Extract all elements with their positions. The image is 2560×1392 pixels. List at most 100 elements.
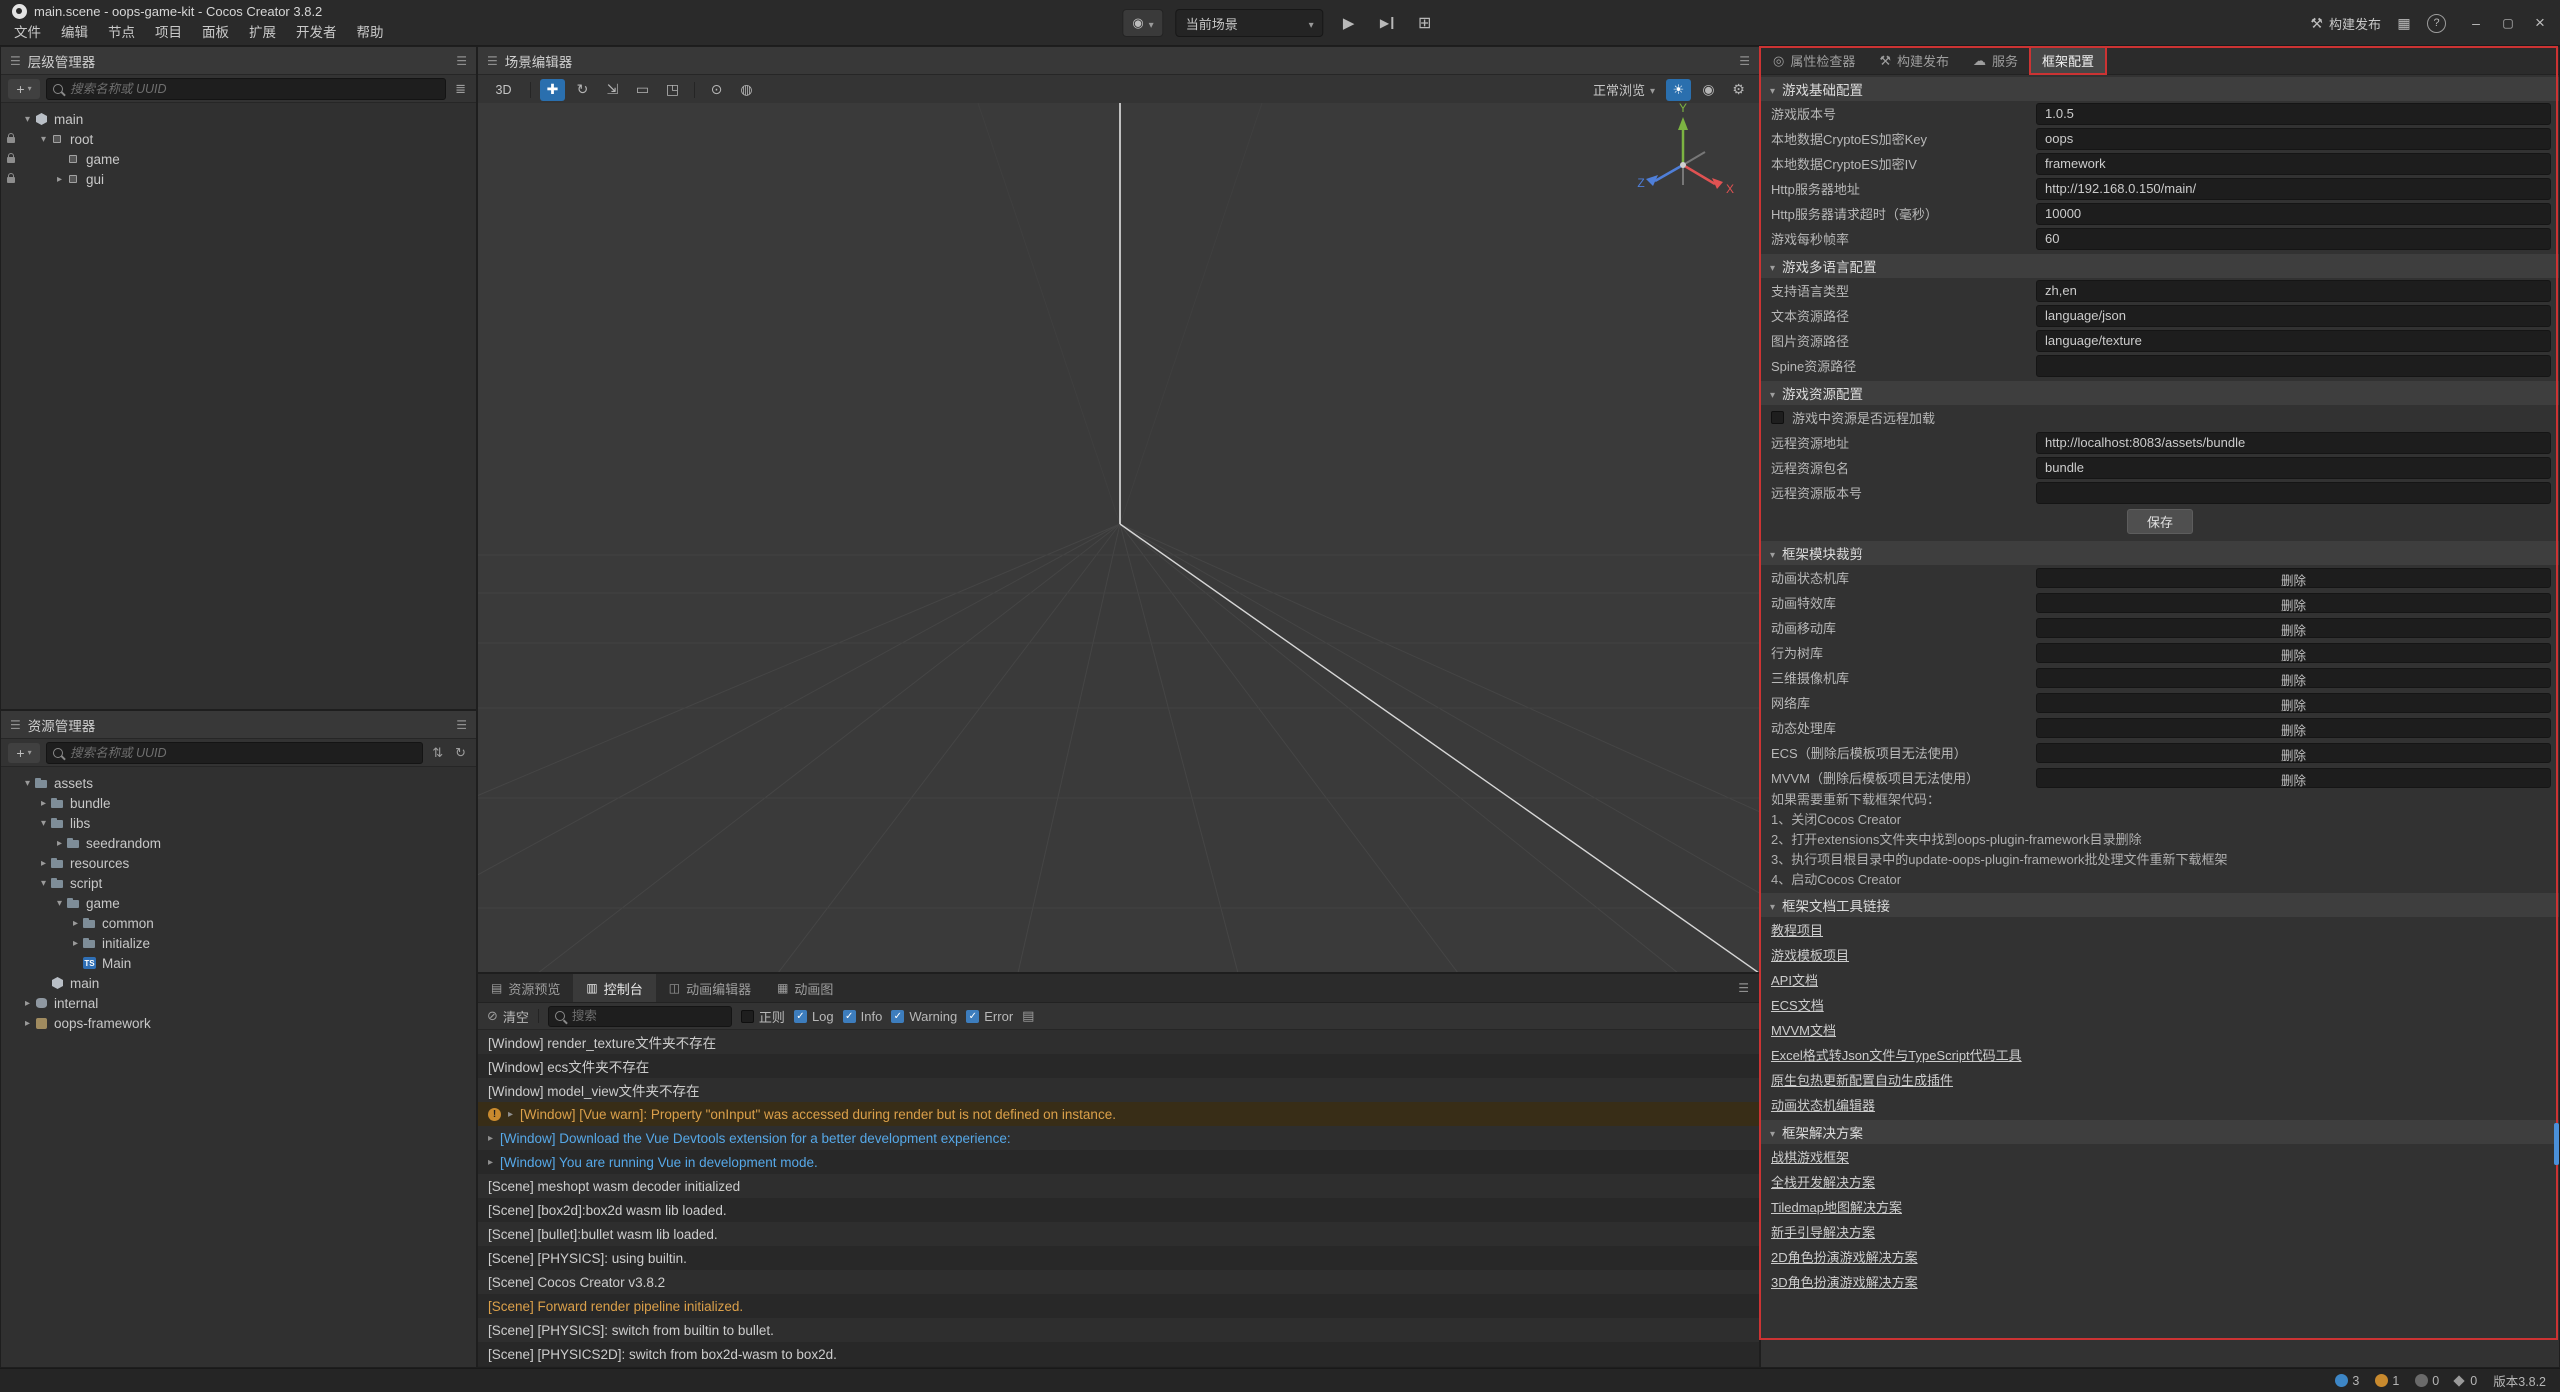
regex-checkbox[interactable] xyxy=(741,1010,754,1023)
expand-arrow-icon[interactable] xyxy=(508,1109,513,1120)
section-header[interactable]: 框架模块裁剪 xyxy=(1761,541,2559,565)
expand-arrow-icon[interactable] xyxy=(69,938,82,949)
preview-platform-button[interactable] xyxy=(1122,9,1163,37)
scale-tool-button[interactable] xyxy=(600,79,625,101)
view-mode-dropdown[interactable]: 正常浏览 xyxy=(1587,80,1661,99)
menu-item[interactable]: 项目 xyxy=(145,18,192,44)
expand-arrow-icon[interactable] xyxy=(37,878,50,889)
open-log-file-icon[interactable] xyxy=(1022,1008,1034,1024)
hierarchy-node[interactable]: main xyxy=(1,109,476,129)
tab-property-inspector[interactable]: 属性检查器 xyxy=(1761,47,1867,74)
text-field[interactable]: language/texture xyxy=(2036,330,2551,352)
delete-button[interactable]: 删除 xyxy=(2036,643,2551,663)
asset-node[interactable]: common xyxy=(1,913,476,933)
console-log-line[interactable]: [Scene] [box2d]:box2d wasm lib loaded. xyxy=(478,1198,1759,1222)
tab-animation-editor[interactable]: 动画编辑器 xyxy=(656,974,764,1002)
text-field[interactable]: http://localhost:8083/assets/bundle xyxy=(2036,432,2551,454)
dashboard-button[interactable] xyxy=(2391,10,2417,36)
expand-arrow-icon[interactable] xyxy=(37,858,50,869)
text-field[interactable]: 1.0.5 xyxy=(2036,103,2551,125)
rotate-tool-button[interactable] xyxy=(570,79,595,101)
step-button[interactable] xyxy=(1374,10,1400,36)
tab-console[interactable]: 控制台 xyxy=(573,974,655,1002)
error-count-badge[interactable]: 0 xyxy=(2415,1374,2439,1388)
delete-button[interactable]: 删除 xyxy=(2036,743,2551,763)
doc-link[interactable]: 教程项目 xyxy=(1771,920,1823,939)
delete-button[interactable]: 删除 xyxy=(2036,768,2551,788)
menu-item[interactable]: 扩展 xyxy=(239,18,286,44)
section-header[interactable]: 游戏基础配置 xyxy=(1761,77,2559,101)
console-log-line[interactable]: [Scene] meshopt wasm decoder initialized xyxy=(478,1174,1759,1198)
tab-asset-preview[interactable]: 资源预览 xyxy=(478,974,573,1002)
refresh-icon[interactable] xyxy=(452,745,469,761)
section-header[interactable]: 框架文档工具链接 xyxy=(1761,893,2559,917)
checkbox-checked-icon[interactable] xyxy=(891,1010,904,1023)
expand-arrow-icon[interactable] xyxy=(488,1133,493,1144)
solution-link[interactable]: 3D角色扮演游戏解决方案 xyxy=(1771,1272,1918,1291)
delete-button[interactable]: 删除 xyxy=(2036,593,2551,613)
menu-item[interactable]: 节点 xyxy=(98,18,145,44)
hierarchy-search-input[interactable] xyxy=(68,81,439,97)
asset-node[interactable]: resources xyxy=(1,853,476,873)
doc-link[interactable]: ECS文档 xyxy=(1771,995,1824,1014)
toggle-2d-3d-button[interactable]: 3D xyxy=(486,79,521,101)
text-field[interactable]: 10000 xyxy=(2036,203,2551,225)
console-search-box[interactable] xyxy=(548,1006,732,1027)
delete-button[interactable]: 删除 xyxy=(2036,693,2551,713)
clear-console-button[interactable]: 清空 xyxy=(487,1007,529,1026)
maximize-button[interactable] xyxy=(2492,0,2524,46)
tab-animation-graph[interactable]: 动画图 xyxy=(764,974,846,1002)
current-scene-select[interactable]: 当前场景 xyxy=(1176,9,1324,37)
expand-arrow-icon[interactable] xyxy=(488,1157,493,1168)
delete-button[interactable]: 删除 xyxy=(2036,668,2551,688)
panel-menu-icon[interactable] xyxy=(1739,54,1750,68)
save-button[interactable]: 保存 xyxy=(2127,509,2193,534)
section-header[interactable]: 游戏资源配置 xyxy=(1761,381,2559,405)
scene-viewport[interactable]: Y X Z xyxy=(478,103,1759,972)
tab-framework-config[interactable]: 框架配置 xyxy=(2030,47,2106,74)
text-field[interactable]: http://192.168.0.150/main/ xyxy=(2036,178,2551,200)
expand-arrow-icon[interactable] xyxy=(53,898,66,909)
lock-icon[interactable] xyxy=(7,137,15,143)
doc-link[interactable]: MVVM文档 xyxy=(1771,1020,1836,1039)
console-log-line[interactable]: [Window] model_view文件夹不存在 xyxy=(478,1078,1759,1102)
assets-search-input[interactable] xyxy=(68,745,416,761)
console-log-line[interactable]: [Scene] [PHYSICS]: using builtin. xyxy=(478,1246,1759,1270)
inspector-scrollbar-thumb[interactable] xyxy=(2554,1123,2559,1165)
solution-link[interactable]: 新手引导解决方案 xyxy=(1771,1222,1875,1241)
text-field[interactable]: zh,en xyxy=(2036,280,2551,302)
scene-settings-button[interactable] xyxy=(1726,79,1751,101)
assets-search-box[interactable] xyxy=(46,742,423,764)
expand-arrow-icon[interactable] xyxy=(21,114,34,125)
text-field[interactable]: 60 xyxy=(2036,228,2551,250)
tab-build-publish[interactable]: 构建发布 xyxy=(1867,47,1961,74)
text-field[interactable]: bundle xyxy=(2036,457,2551,479)
section-header[interactable]: 框架解决方案 xyxy=(1761,1120,2559,1144)
lock-icon[interactable] xyxy=(7,157,15,163)
menu-item[interactable]: 文件 xyxy=(4,18,51,44)
log-filter-toggle[interactable]: Warning xyxy=(891,1009,957,1024)
solution-link[interactable]: 全栈开发解决方案 xyxy=(1771,1172,1875,1191)
delete-button[interactable]: 删除 xyxy=(2036,618,2551,638)
asset-node[interactable]: seedrandom xyxy=(1,833,476,853)
lock-icon[interactable] xyxy=(7,177,15,183)
console-log-line[interactable]: [Scene] [bullet]:bullet wasm lib loaded. xyxy=(478,1222,1759,1246)
build-publish-button[interactable]: 构建发布 xyxy=(2300,9,2391,37)
create-asset-button[interactable] xyxy=(8,743,40,763)
checkbox-checked-icon[interactable] xyxy=(966,1010,979,1023)
text-field[interactable]: oops xyxy=(2036,128,2551,150)
console-log-line[interactable]: [Scene] Cocos Creator v3.8.2 xyxy=(478,1270,1759,1294)
play-button[interactable] xyxy=(1336,10,1362,36)
asset-node[interactable]: game xyxy=(1,893,476,913)
menu-item[interactable]: 开发者 xyxy=(286,18,347,44)
filter-icon[interactable] xyxy=(452,81,469,97)
console-log-line[interactable]: [Window] [Vue warn]: Property "onInput" … xyxy=(478,1102,1759,1126)
expand-arrow-icon[interactable] xyxy=(69,918,82,929)
asset-node[interactable]: main xyxy=(1,973,476,993)
pivot-toggle-button[interactable] xyxy=(704,79,729,101)
expand-arrow-icon[interactable] xyxy=(21,998,34,1009)
asset-node[interactable]: initialize xyxy=(1,933,476,953)
console-log-line[interactable]: [Scene] [PHYSICS2D]: switch from box2d-w… xyxy=(478,1342,1759,1366)
console-log-line[interactable]: [Scene] Forward render pipeline initiali… xyxy=(478,1294,1759,1318)
asset-node[interactable]: libs xyxy=(1,813,476,833)
